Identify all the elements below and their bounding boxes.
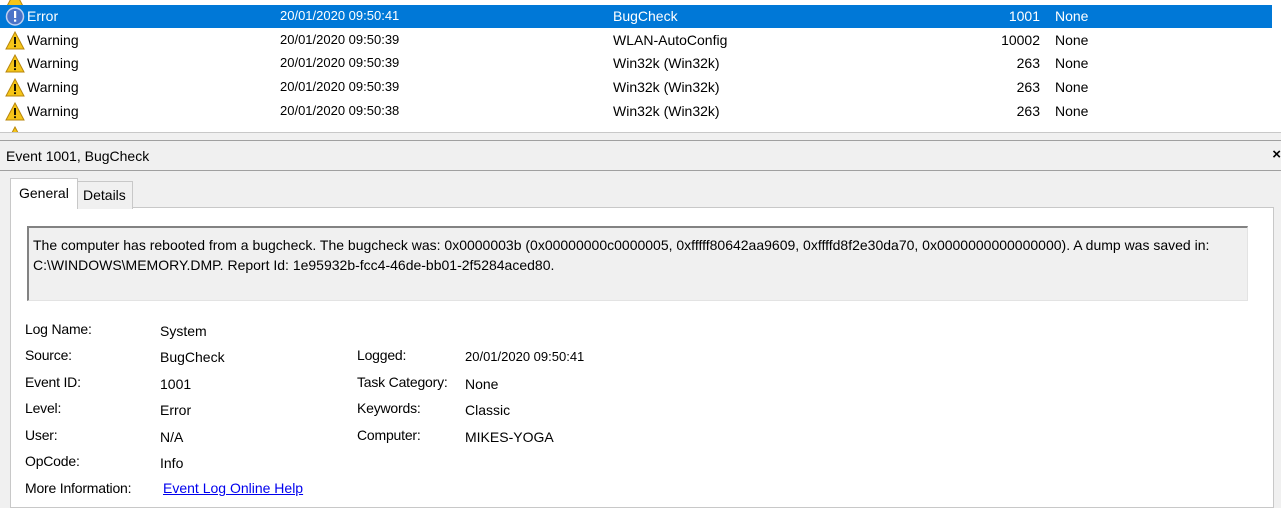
table-row[interactable]: Warning 20/01/2020 09:50:39 WLAN-AutoCon… xyxy=(0,29,1272,52)
event-id-value: 1001 xyxy=(160,376,192,392)
tab-general[interactable]: General xyxy=(10,178,78,209)
cell-task-category: None xyxy=(1055,55,1089,71)
cell-source: Win32k (Win32k) xyxy=(613,103,720,119)
cell-task-category: None xyxy=(1055,79,1089,95)
user-value: N/A xyxy=(160,429,184,445)
table-row[interactable]: Error 20/01/2020 09:50:41 BugCheck 1001 … xyxy=(0,5,1272,28)
cell-source: Win32k (Win32k) xyxy=(613,79,720,95)
cell-source: Win32k (Win32k) xyxy=(613,55,720,71)
table-row[interactable]: Warning 20/01/2020 09:50:39 Win32k (Win3… xyxy=(0,52,1272,75)
cell-date: 20/01/2020 09:50:38 xyxy=(280,103,400,118)
source-value: BugCheck xyxy=(160,349,225,365)
source-label: Source: xyxy=(25,347,72,363)
cell-level: Warning xyxy=(27,32,79,48)
cell-date: 20/01/2020 09:50:39 xyxy=(280,55,400,70)
computer-label: Computer: xyxy=(357,427,421,443)
event-list[interactable]: Error 20/01/2020 09:50:41 BugCheck 1001 … xyxy=(0,0,1281,132)
table-row[interactable]: Warning 20/01/2020 09:50:39 Win32k (Win3… xyxy=(0,76,1272,99)
table-row[interactable]: Warning 20/01/2020 09:50:38 Win32k (Win3… xyxy=(0,100,1272,123)
cell-event-id: 263 xyxy=(1016,79,1040,95)
close-icon[interactable]: × xyxy=(1272,146,1281,163)
cell-source: BugCheck xyxy=(613,8,678,24)
warning-icon xyxy=(5,78,25,97)
warning-icon xyxy=(5,54,25,73)
detail-title: Event 1001, BugCheck xyxy=(6,148,150,164)
tab-strip: General Details xyxy=(10,178,1270,209)
task-category-label: Task Category: xyxy=(357,374,448,390)
cell-event-id: 263 xyxy=(1016,103,1040,119)
keywords-label: Keywords: xyxy=(357,400,421,416)
opcode-label: OpCode: xyxy=(25,453,80,469)
detail-header: Event 1001, BugCheck × xyxy=(0,140,1281,171)
cell-source: WLAN-AutoConfig xyxy=(613,32,728,48)
more-info-label: More Information: xyxy=(25,480,132,496)
cell-task-category: None xyxy=(1055,103,1089,119)
more-info-link[interactable]: Event Log Online Help xyxy=(163,480,303,496)
tab-details[interactable]: Details xyxy=(76,181,133,209)
logged-value: 20/01/2020 09:50:41 xyxy=(465,349,585,364)
task-category-value: None xyxy=(465,376,499,392)
cell-date: 20/01/2020 09:50:41 xyxy=(280,8,400,23)
cell-task-category: None xyxy=(1055,8,1089,24)
user-label: User: xyxy=(25,427,58,443)
cell-date: 20/01/2020 09:50:39 xyxy=(280,32,400,47)
warning-icon xyxy=(5,102,25,121)
log-name-value: System xyxy=(160,323,207,339)
opcode-value: Info xyxy=(160,455,184,471)
table-row[interactable] xyxy=(0,124,1272,132)
cell-task-category: None xyxy=(1055,32,1089,48)
log-name-label: Log Name: xyxy=(25,321,92,337)
cell-level: Error xyxy=(27,8,59,24)
warning-icon xyxy=(5,31,25,50)
description-box[interactable]: The computer has rebooted from a bugchec… xyxy=(27,226,1248,301)
cell-level: Warning xyxy=(27,79,79,95)
cell-level: Warning xyxy=(27,55,79,71)
error-icon xyxy=(5,7,25,26)
cell-event-id: 1001 xyxy=(1008,8,1040,24)
keywords-value: Classic xyxy=(465,402,511,418)
cell-level: Warning xyxy=(27,103,79,119)
cell-date: 20/01/2020 09:50:39 xyxy=(280,79,400,94)
logged-label: Logged: xyxy=(357,347,407,363)
description-text: The computer has rebooted from a bugchec… xyxy=(33,237,1210,273)
cell-event-id: 10002 xyxy=(1001,32,1040,48)
cell-event-id: 263 xyxy=(1016,55,1040,71)
level-value: Error xyxy=(160,402,192,418)
computer-value: MIKES-YOGA xyxy=(465,429,554,445)
event-id-label: Event ID: xyxy=(25,374,81,390)
level-label: Level: xyxy=(25,400,62,416)
